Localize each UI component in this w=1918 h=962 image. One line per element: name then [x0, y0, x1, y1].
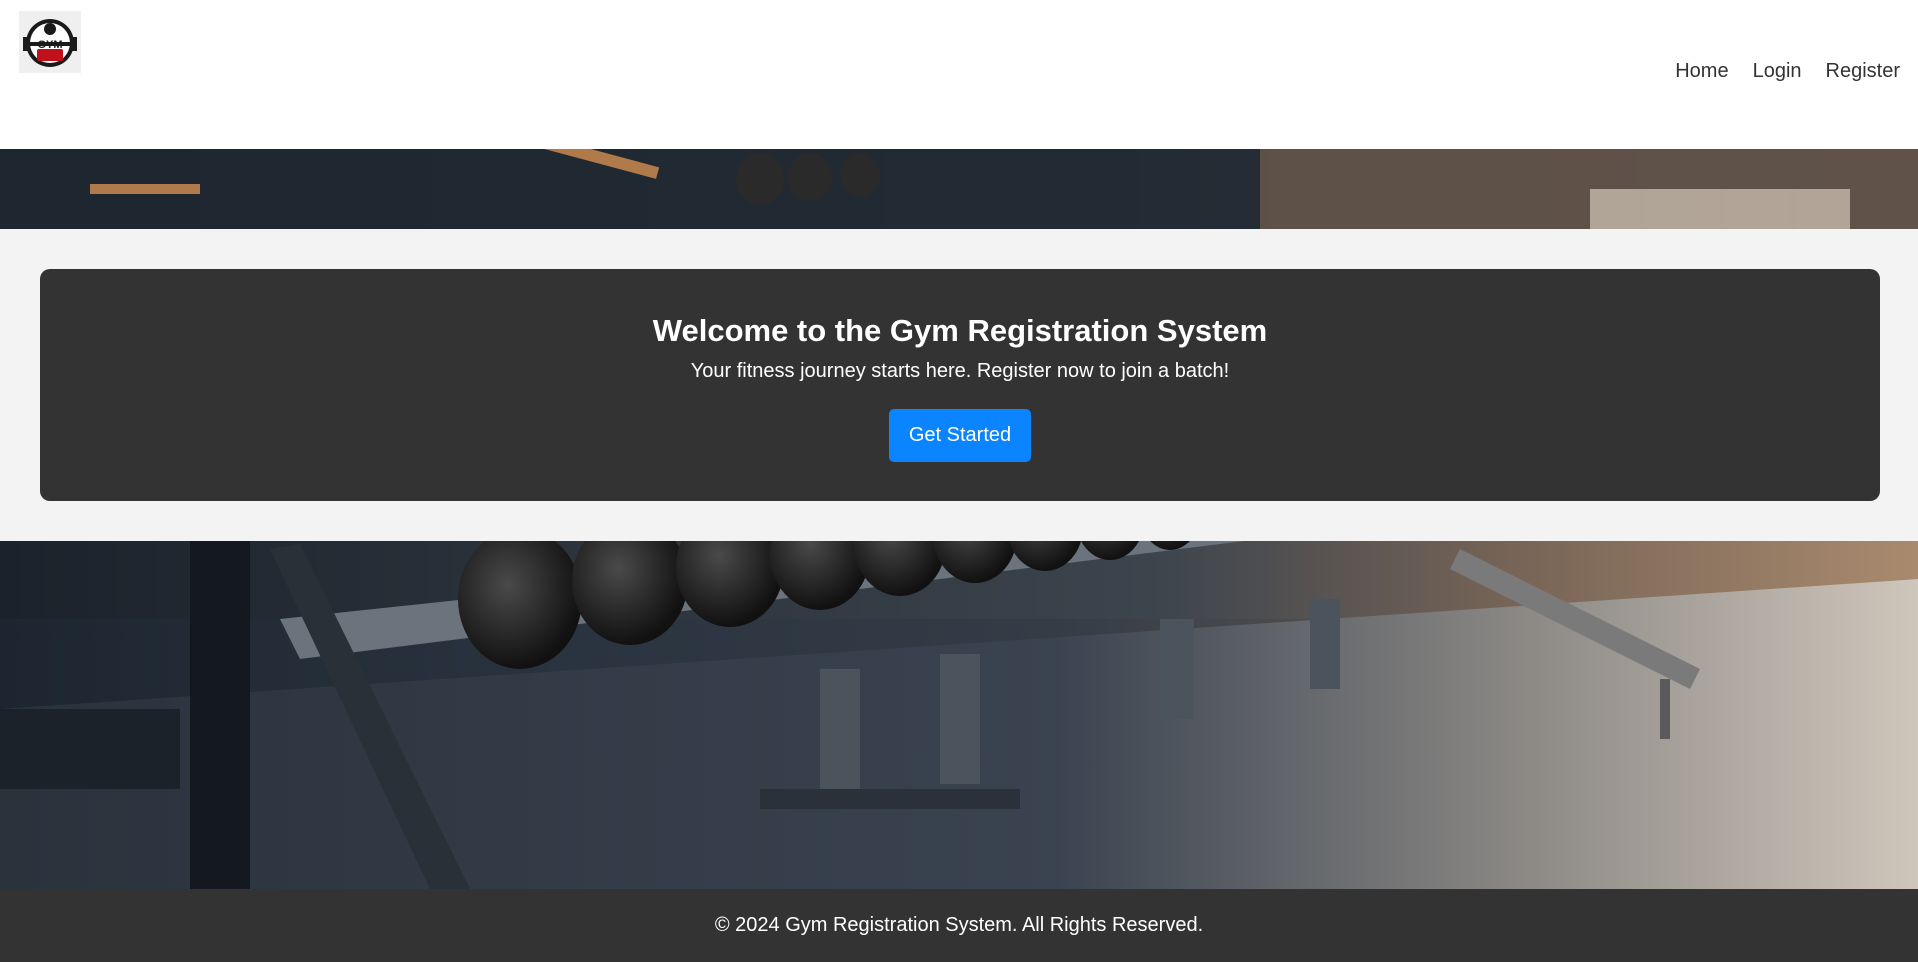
welcome-card: Welcome to the Gym Registration System Y…: [40, 269, 1880, 501]
nav-register-link[interactable]: Register: [1826, 58, 1900, 84]
footer-copyright: © 2024 Gym Registration System. All Righ…: [714, 914, 1204, 936]
nav-login-link[interactable]: Login: [1753, 58, 1802, 84]
site-footer: © 2024 Gym Registration System. All Righ…: [0, 889, 1918, 962]
logo-text: GYM: [37, 39, 62, 51]
main-nav: Home Login Register: [1651, 58, 1900, 84]
welcome-subtitle: Your fitness journey starts here. Regist…: [690, 360, 1230, 382]
page: GYM Home Login Register Welcome to the G…: [0, 0, 1918, 962]
gym-logo[interactable]: GYM: [19, 11, 81, 73]
get-started-button[interactable]: Get Started: [889, 409, 1031, 462]
nav-home-link[interactable]: Home: [1675, 58, 1728, 84]
welcome-section: Welcome to the Gym Registration System Y…: [0, 229, 1918, 541]
gym-logo-icon: GYM: [23, 19, 77, 67]
welcome-title: Welcome to the Gym Registration System: [652, 313, 1268, 348]
site-header: GYM Home Login Register: [0, 0, 1918, 149]
